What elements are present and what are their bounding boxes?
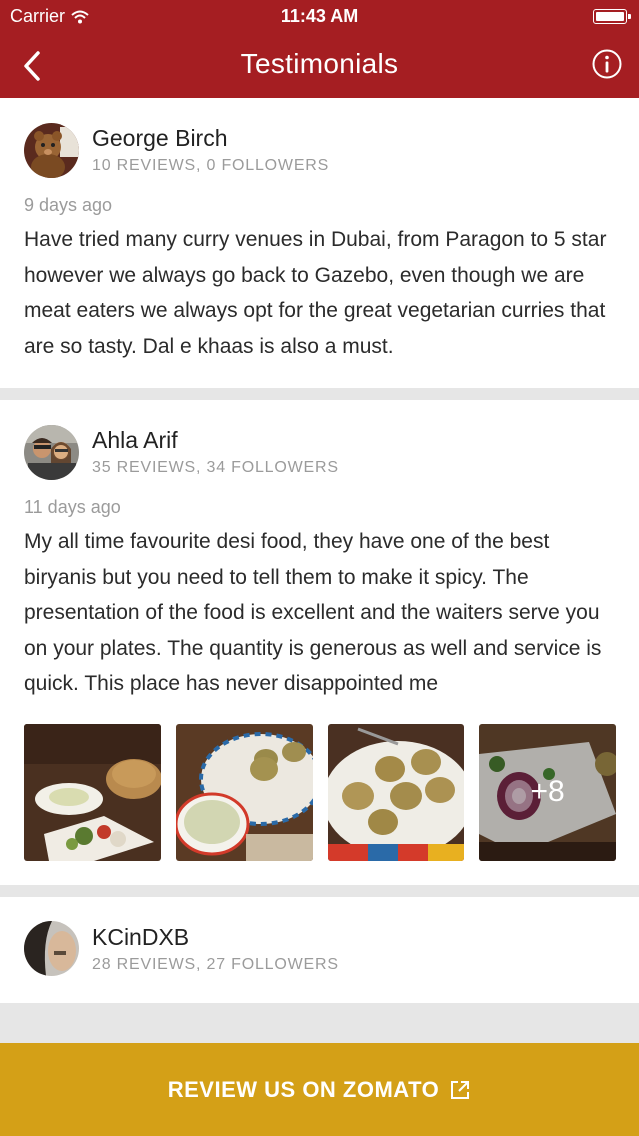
info-icon[interactable] bbox=[591, 48, 623, 80]
review-photo[interactable] bbox=[24, 723, 161, 861]
battery-icon bbox=[593, 9, 631, 24]
avatar[interactable] bbox=[24, 921, 79, 976]
review-on-zomato-button[interactable]: REVIEW US ON ZOMATO bbox=[0, 1043, 639, 1136]
review-header: Ahla Arif 35 REVIEWS, 34 FOLLOWERS bbox=[24, 422, 616, 482]
review-header: George Birch 10 REVIEWS, 0 FOLLOWERS bbox=[24, 120, 616, 180]
avatar[interactable] bbox=[24, 122, 79, 178]
review-photo[interactable] bbox=[327, 723, 465, 861]
review-time: 11 days ago bbox=[24, 497, 121, 517]
review-time: 9 days ago bbox=[24, 195, 113, 215]
review-text: Have tried many curry venues in Dubai, f… bbox=[24, 228, 607, 358]
reviewer-stats: 10 REVIEWS, 0 FOLLOWERS bbox=[92, 157, 330, 174]
testimonials-screen: Carrier 11:43 AM Testimonials George Bir… bbox=[0, 0, 639, 1136]
status-time: 11:43 AM bbox=[280, 6, 359, 26]
review-card: Ahla Arif 35 REVIEWS, 34 FOLLOWERS 11 da… bbox=[0, 400, 639, 885]
nav-bar: Testimonials bbox=[0, 34, 639, 98]
review-text: My all time favourite desi food, they ha… bbox=[24, 530, 602, 695]
reviewer-name[interactable]: KCinDXB bbox=[92, 923, 339, 951]
review-card: KCinDXB 28 REVIEWS, 27 FOLLOWERS bbox=[0, 896, 639, 1003]
avatar[interactable] bbox=[24, 424, 79, 480]
reviewer-stats: 35 REVIEWS, 34 FOLLOWERS bbox=[92, 459, 339, 476]
more-photos-count: +8 bbox=[479, 723, 616, 861]
review-photo-more[interactable]: +8 bbox=[479, 723, 616, 861]
review-photos: +8 bbox=[24, 723, 616, 861]
cta-label: REVIEW US ON ZOMATO bbox=[167, 1076, 440, 1102]
reviewer-stats: 28 REVIEWS, 27 FOLLOWERS bbox=[92, 955, 339, 973]
review-card: George Birch 10 REVIEWS, 0 FOLLOWERS 9 d… bbox=[0, 98, 639, 388]
external-link-icon bbox=[451, 1080, 470, 1099]
status-bar: Carrier 11:43 AM bbox=[0, 0, 639, 34]
review-header: KCinDXB 28 REVIEWS, 27 FOLLOWERS bbox=[24, 919, 616, 979]
reviewer-name[interactable]: Ahla Arif bbox=[92, 426, 339, 454]
review-photo[interactable] bbox=[175, 723, 313, 861]
reviewer-name[interactable]: George Birch bbox=[92, 124, 329, 152]
page-title: Testimonials bbox=[240, 48, 399, 79]
app-header: Carrier 11:43 AM Testimonials bbox=[0, 0, 639, 98]
reviews-list: George Birch 10 REVIEWS, 0 FOLLOWERS 9 d… bbox=[0, 98, 639, 1015]
